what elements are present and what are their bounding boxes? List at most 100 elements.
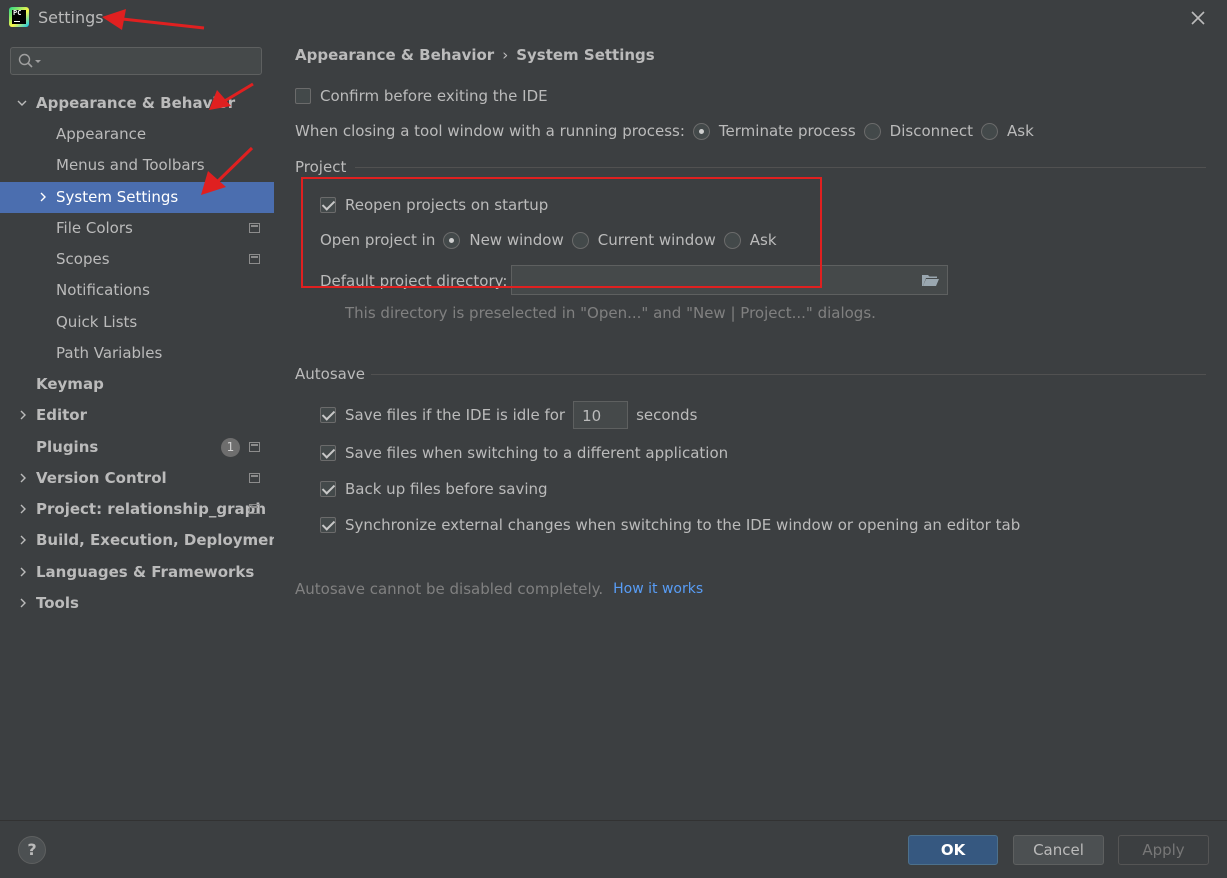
open-ask-radio[interactable] (723, 231, 741, 249)
disconnect-radio[interactable] (863, 122, 881, 140)
save-idle-label[interactable]: Save files if the IDE is idle for (345, 406, 565, 424)
idle-seconds-input[interactable] (580, 405, 629, 427)
reopen-projects-checkbox[interactable] (320, 197, 336, 213)
help-button[interactable]: ? (18, 836, 46, 864)
current-window-radio[interactable] (571, 231, 589, 249)
save-idle-row: Save files if the IDE is idle for second… (320, 400, 697, 430)
sidebar-item-label: System Settings (56, 188, 179, 206)
backup-row: Back up files before saving (320, 479, 548, 499)
sidebar-item-path-variables[interactable]: Path Variables (0, 338, 274, 369)
sidebar-item-editor[interactable]: Editor (0, 400, 274, 431)
default-project-directory-input[interactable] (518, 270, 912, 292)
sidebar-item-label: Plugins (36, 438, 99, 456)
close-icon[interactable] (1188, 8, 1208, 28)
search-icon (18, 53, 41, 68)
settings-search-box[interactable] (10, 47, 262, 75)
reopen-projects-label[interactable]: Reopen projects on startup (345, 196, 548, 214)
annotation-arrow-icon (201, 146, 254, 195)
chevron-right-icon[interactable] (18, 504, 28, 514)
breadcrumb-separator: › (502, 46, 509, 64)
ask-label[interactable]: Ask (1007, 122, 1034, 140)
backup-checkbox[interactable] (320, 481, 336, 497)
sidebar-item-notifications[interactable]: Notifications (0, 275, 274, 306)
autosave-section-divider (371, 374, 1206, 375)
sidebar-item-languages-frameworks[interactable]: Languages & Frameworks (0, 557, 274, 588)
pycharm-app-icon: PC (9, 7, 29, 27)
sidebar-item-file-colors[interactable]: File Colors (0, 213, 274, 244)
terminate-process-radio[interactable] (692, 122, 710, 140)
sidebar-item-label: Editor (36, 406, 87, 424)
save-switch-app-checkbox[interactable] (320, 445, 336, 461)
sidebar-item-build-execution[interactable]: Build, Execution, Deployment (0, 525, 286, 556)
confirm-exit-label[interactable]: Confirm before exiting the IDE (320, 87, 548, 105)
sidebar-item-label: Build, Execution, Deployment (36, 531, 287, 549)
disconnect-label[interactable]: Disconnect (890, 122, 973, 140)
current-window-label[interactable]: Current window (598, 231, 716, 249)
new-window-label[interactable]: New window (469, 231, 563, 249)
sync-external-row: Synchronize external changes when switch… (320, 515, 1020, 535)
sidebar-item-plugins[interactable]: Plugins 1 (0, 432, 274, 463)
chevron-right-icon[interactable] (18, 473, 28, 483)
autosave-note-row: Autosave cannot be disabled completely. … (295, 579, 703, 599)
sidebar-item-scopes[interactable]: Scopes (0, 244, 274, 275)
open-project-in-label: Open project in (320, 231, 436, 249)
save-idle-checkbox[interactable] (320, 407, 336, 423)
save-switch-app-row: Save files when switching to a different… (320, 443, 728, 463)
project-section-title: Project (295, 158, 347, 176)
new-window-radio[interactable] (443, 231, 461, 249)
ask-radio[interactable] (981, 122, 998, 140)
sidebar-item-label: Appearance (56, 125, 147, 143)
default-dir-label: Default project directory: (320, 272, 508, 290)
search-input[interactable] (49, 51, 253, 73)
sidebar-item-label: Notifications (56, 281, 150, 299)
folder-open-icon[interactable] (921, 273, 940, 287)
how-it-works-link[interactable]: How it works (613, 581, 703, 597)
tool-window-label: When closing a tool window with a runnin… (295, 122, 685, 140)
reopen-projects-row: Reopen projects on startup (320, 195, 548, 215)
backup-label[interactable]: Back up files before saving (345, 480, 548, 498)
sync-external-label[interactable]: Synchronize external changes when switch… (345, 516, 1020, 534)
window-title: Settings (38, 8, 104, 27)
sidebar-item-keymap[interactable]: Keymap (0, 369, 274, 400)
app-icon-text: PC (13, 9, 22, 17)
default-project-directory-field[interactable] (511, 265, 948, 295)
save-switch-app-label[interactable]: Save files when switching to a different… (345, 444, 728, 462)
annotation-arrow-icon (209, 82, 254, 110)
sidebar-item-label: Project: relationship_graph (36, 500, 267, 518)
dialog-footer: ? OK Cancel Apply (0, 820, 1227, 878)
open-ask-label[interactable]: Ask (750, 231, 777, 249)
chevron-right-icon[interactable] (18, 598, 28, 608)
sync-external-checkbox[interactable] (320, 517, 336, 533)
ok-button[interactable]: OK (908, 835, 998, 865)
sidebar-item-label: File Colors (56, 219, 133, 237)
chevron-right-icon[interactable] (18, 535, 28, 545)
sidebar-item-label: Quick Lists (56, 313, 138, 331)
idle-seconds-field[interactable] (573, 401, 629, 429)
project-level-icon (249, 504, 260, 514)
apply-button[interactable]: Apply (1118, 835, 1209, 865)
sidebar-item-tools[interactable]: Tools (0, 588, 274, 619)
settings-content: Appearance & Behavior › System Settings Co… (274, 36, 1227, 820)
sidebar-item-quick-lists[interactable]: Quick Lists (0, 307, 274, 338)
confirm-exit-row: Confirm before exiting the IDE (295, 86, 548, 106)
sidebar-item-version-control[interactable]: Version Control (0, 463, 274, 494)
chevron-right-icon[interactable] (38, 192, 48, 202)
project-level-icon (249, 223, 260, 233)
chevron-right-icon[interactable] (18, 410, 28, 420)
chevron-down-icon[interactable] (17, 98, 27, 108)
cancel-button[interactable]: Cancel (1013, 835, 1104, 865)
breadcrumb: Appearance & Behavior › System Settings (295, 46, 655, 64)
confirm-exit-checkbox[interactable] (295, 88, 311, 104)
sidebar-item-label: Languages & Frameworks (36, 563, 255, 581)
sidebar-item-label: Tools (36, 594, 79, 612)
sidebar-item-project[interactable]: Project: relationship_graph (0, 494, 274, 525)
project-level-icon (249, 442, 260, 452)
sidebar-item-label: Path Variables (56, 344, 163, 362)
chevron-right-icon[interactable] (18, 567, 28, 577)
project-section-divider (355, 167, 1206, 168)
default-dir-hint: This directory is preselected in "Open..… (345, 304, 876, 322)
tool-window-row: When closing a tool window with a runnin… (295, 121, 1034, 141)
sidebar-item-label: Version Control (36, 469, 167, 487)
breadcrumb-parent[interactable]: Appearance & Behavior (295, 46, 494, 64)
terminate-process-label[interactable]: Terminate process (719, 122, 856, 140)
